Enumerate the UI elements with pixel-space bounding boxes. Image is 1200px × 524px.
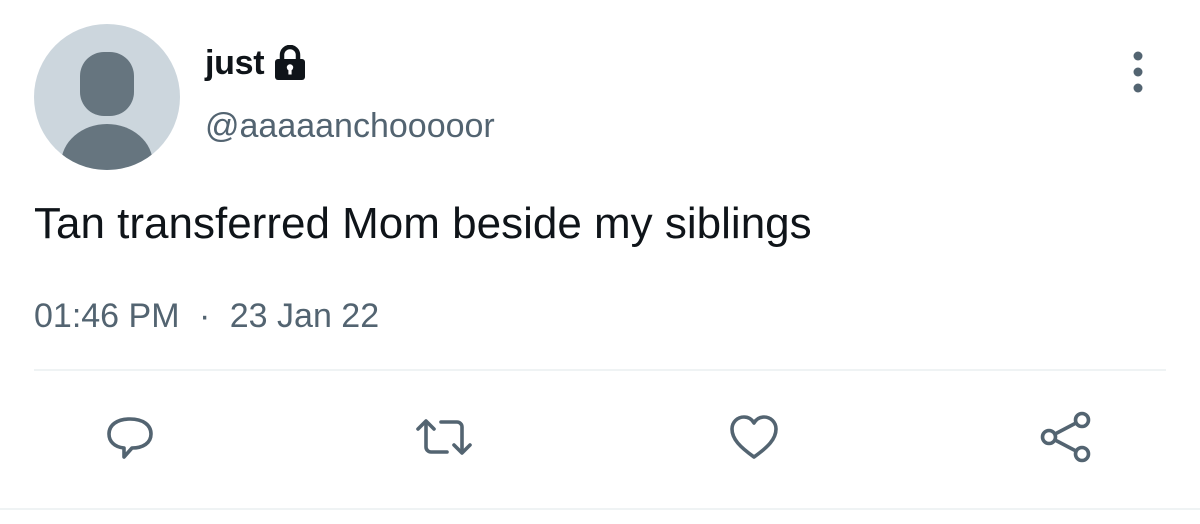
share-button[interactable]	[1036, 410, 1096, 464]
retweet-icon	[416, 419, 472, 455]
bottom-divider	[0, 508, 1200, 510]
timestamp[interactable]: 01:46 PM · 23 Jan 22	[34, 296, 379, 336]
divider	[34, 369, 1166, 371]
tweet-text: Tan transferred Mom beside my siblings	[34, 199, 812, 248]
heart-icon	[730, 415, 778, 459]
lock-icon	[273, 44, 307, 81]
tweet-card: just @aaaaanchooooor Tan transferred Mom…	[0, 0, 1200, 524]
more-options-button[interactable]	[1120, 48, 1156, 96]
more-vertical-icon	[1133, 51, 1143, 93]
reply-button[interactable]	[100, 410, 160, 464]
like-button[interactable]	[724, 410, 784, 464]
timestamp-separator: ·	[198, 297, 211, 335]
tweet-time: 01:46 PM	[34, 297, 180, 335]
avatar[interactable]	[34, 24, 180, 170]
share-icon	[1040, 411, 1091, 463]
user-handle[interactable]: @aaaaanchooooor	[205, 106, 495, 146]
tweet-date: 23 Jan 22	[229, 297, 380, 335]
display-name-row: just	[205, 38, 307, 88]
display-name[interactable]: just	[205, 43, 265, 83]
default-avatar-icon	[34, 24, 180, 170]
reply-icon	[107, 417, 153, 459]
retweet-button[interactable]	[414, 410, 474, 464]
